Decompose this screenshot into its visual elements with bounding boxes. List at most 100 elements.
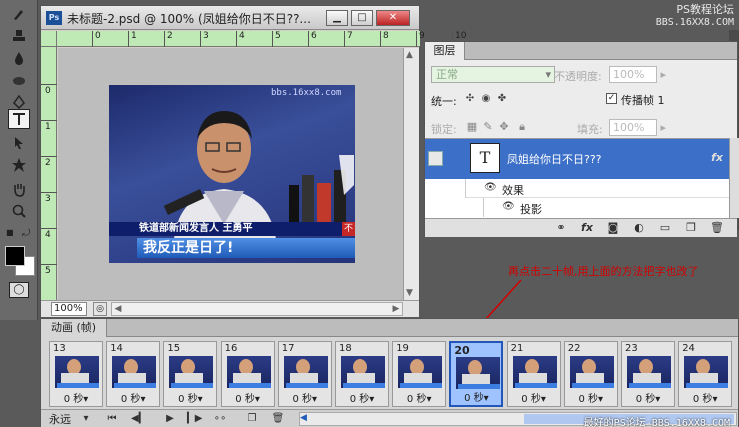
lock-all-icon[interactable]: 🔒︎ [515,120,529,134]
lock-image-icon[interactable]: ✎ [481,120,495,134]
scroll-down-icon[interactable]: ▼ [406,288,413,298]
frame-delay[interactable]: 0 秒▾ [336,390,388,405]
adjustment-layer-icon[interactable]: ◐ [631,221,647,235]
frame-delay[interactable]: 0 秒▾ [508,390,560,405]
canvas-area[interactable]: bbs.16xx8.com 铁道部新闻发言人 王勇平 不 我反正是日了! [58,48,404,300]
duplicate-frame-icon[interactable]: ❐ [245,412,259,426]
stamp-icon[interactable] [8,26,30,46]
tab-animation[interactable]: 动画 (帧) [41,319,107,337]
new-layer-icon[interactable]: ❐ [683,221,699,235]
scroll-right-icon[interactable]: ▶ [390,303,402,315]
layer-row[interactable]: T 凤姐给你日不日??? fx [425,139,729,179]
delete-frame-icon[interactable]: 🗑︎ [271,412,285,426]
animation-frame[interactable]: 22 0 秒▾ [563,341,618,407]
lock-label: 锁定: [431,123,457,136]
propagate-frame-checkbox[interactable]: ✓ [606,93,617,104]
thumb-body [347,373,375,383]
zoom-field[interactable]: 100% [51,302,87,316]
frame-delay[interactable]: 0 秒▾ [164,390,216,405]
close-button[interactable]: ✕ [376,10,410,26]
next-frame-icon[interactable]: ▎▶ [187,412,202,426]
path-select-icon[interactable] [8,133,30,153]
frame-delay[interactable]: 0 秒▾ [679,390,731,405]
quick-mask-icon[interactable]: ◯ [9,282,29,298]
maximize-button[interactable]: □ [351,10,373,26]
new-group-icon[interactable]: ▭ [657,221,673,235]
vertical-scrollbar[interactable]: ▲ ▼ [403,48,419,300]
animation-frame[interactable]: 18 0 秒▾ [335,341,389,407]
frame-thumbnail [569,356,614,388]
shape-icon[interactable] [8,155,30,175]
animation-frame[interactable]: 13 0 秒▾ [49,341,103,407]
tab-layers[interactable]: 图层 [425,42,465,60]
fill-field[interactable]: 100% [609,119,666,136]
loop-dropdown-icon[interactable]: ▾ [79,412,93,426]
frame-delay[interactable]: 0 秒▾ [279,390,331,405]
horizontal-scrollbar[interactable]: ◀ ▶ [111,302,403,316]
opacity-field[interactable]: 100% [609,66,666,83]
brush-icon[interactable] [8,4,30,24]
zoom-icon[interactable] [8,201,30,221]
first-frame-icon[interactable]: ⏮ [105,412,119,426]
layer-name[interactable]: 凤姐给你日不日??? [507,151,602,167]
layer-list-scrollbar[interactable] [729,138,739,218]
unify-position-icon[interactable]: ✣ [463,92,477,106]
animation-controls: 永远 ▾ ⏮ ◀▎ ▶ ▎▶ ∘∘ ❐ 🗑︎ ◀ 最好的PS论坛-BBS.16X… [41,409,738,427]
frame-delay[interactable]: 0 秒▾ [393,390,445,405]
document-titlebar[interactable]: Ps 未标题-2.psd @ 100% (凤姐给你日不日??... ▁ □ ✕ [41,6,419,30]
channel-logo: 不 [342,222,355,236]
hand-icon[interactable] [8,179,30,199]
animation-frame[interactable]: 20 0 秒▾ [449,341,504,407]
frames-scrollbar[interactable]: ◀ 最好的PS论坛-BBS.16XX8.COM [299,412,737,427]
type-tool-icon[interactable] [8,109,30,129]
status-menu-icon[interactable]: ◎ [93,302,107,316]
blur-drop-icon[interactable] [8,48,30,68]
loop-options-select[interactable]: 永远 [49,411,71,427]
frame-delay[interactable]: 0 秒▾ [622,390,674,405]
previous-frame-icon[interactable]: ◀▎ [131,412,146,426]
delete-layer-icon[interactable]: 🗑︎ [709,221,725,235]
scroll-left-icon[interactable]: ◀ [300,413,307,423]
layer-style-icon[interactable]: fx [579,221,595,235]
play-icon[interactable]: ▶ [163,412,177,426]
scroll-up-icon[interactable]: ▲ [406,50,413,60]
lock-transparent-icon[interactable]: ▦ [465,120,479,134]
tween-icon[interactable]: ∘∘ [213,412,227,426]
animation-frame[interactable]: 14 0 秒▾ [106,341,161,407]
sponge-icon[interactable] [8,70,30,90]
link-layers-icon[interactable]: ⚭ [553,221,569,235]
swap-colors-icon[interactable]: ⤾ [22,228,34,239]
frame-delay[interactable]: 0 秒▾ [50,390,102,405]
eye-icon[interactable]: 👁︎ [502,201,515,212]
ruler-origin[interactable] [41,31,57,47]
frame-delay[interactable]: 0 秒▾ [451,389,501,404]
frame-delay[interactable]: 0 秒▾ [107,390,159,405]
vertical-ruler[interactable]: 012345678 [41,47,57,384]
minimize-button[interactable]: ▁ [326,10,348,26]
eye-icon[interactable]: 👁︎ [484,182,497,193]
frame-delay[interactable]: 0 秒▾ [565,390,617,405]
animation-frame[interactable]: 23 0 秒▾ [621,341,675,407]
horizontal-ruler[interactable]: 0 1 2 3 4 5 6 7 8 9 10 [57,31,466,47]
animation-frame[interactable]: 24 0 秒▾ [678,341,733,407]
frame-delay[interactable]: 0 秒▾ [222,390,274,405]
blend-mode-select[interactable]: 正常 [431,66,555,83]
animation-frame[interactable]: 17 0 秒▾ [277,341,332,407]
unify-style-icon[interactable]: ✤ [495,92,509,106]
layer-visibility-toggle[interactable] [428,151,443,166]
unify-visibility-icon[interactable]: ◉ [479,92,493,106]
animation-frame[interactable]: 16 0 秒▾ [220,341,275,407]
animation-frame[interactable]: 15 0 秒▾ [163,341,218,407]
layer-fx-icon[interactable]: fx [711,151,723,164]
default-colors-icon[interactable]: ■ [6,228,16,238]
layer-mask-icon[interactable]: ◙ [605,221,621,235]
drop-shadow-row[interactable]: 👁︎ 投影 [483,198,729,217]
animation-frame[interactable]: 19 0 秒▾ [392,341,447,407]
animation-frame[interactable]: 21 0 秒▾ [506,341,561,407]
foreground-color-swatch[interactable] [5,246,25,266]
effects-row[interactable]: 👁︎ 效果 [465,179,729,198]
scroll-left-icon[interactable]: ◀ [112,303,124,315]
lock-position-icon[interactable]: ✥ [497,120,511,134]
ruler-tick: 6 [308,31,317,47]
frame-number: 20 [454,344,470,357]
